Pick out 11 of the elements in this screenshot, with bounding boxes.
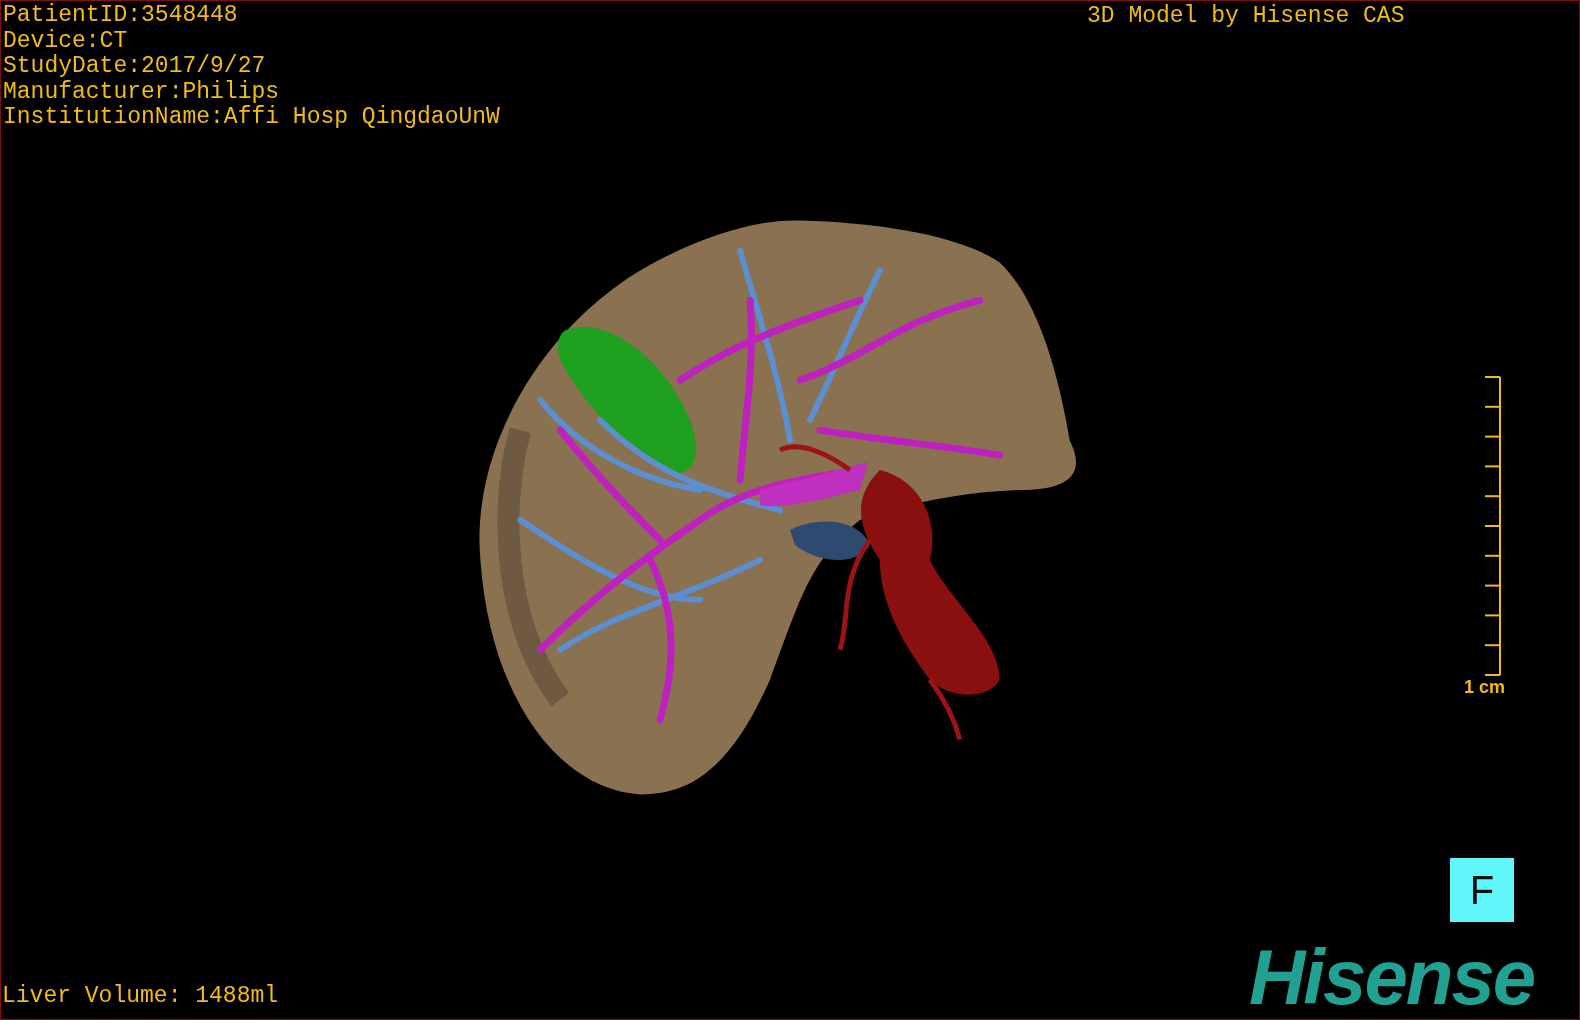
scale-bar-icon xyxy=(1483,376,1503,676)
brand-logo: Hisense xyxy=(1249,939,1535,1015)
patient-info-line: InstitutionName:Affi Hosp QingdaoUnW xyxy=(3,105,500,131)
patient-info-line: Device:CT xyxy=(3,28,128,54)
patient-info-line: PatientID:3548448 xyxy=(3,3,238,29)
liver-volume-label: Liver Volume: 1488ml xyxy=(2,983,279,1009)
orientation-cube[interactable]: F xyxy=(1450,858,1514,922)
patient-info-line: StudyDate:2017/9/27 xyxy=(3,54,266,80)
patient-info-line: Manufacturer:Philips xyxy=(3,79,280,105)
viewer-title: 3D Model by Hisense CAS xyxy=(1087,4,1405,30)
scale-bar-label: 1 cm xyxy=(1463,676,1505,698)
